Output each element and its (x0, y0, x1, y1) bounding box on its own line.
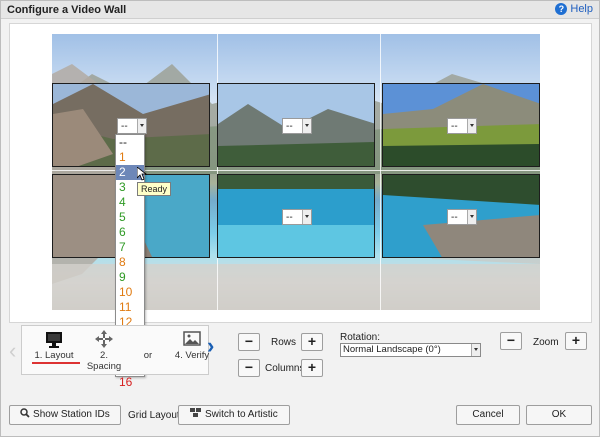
dropdown-option[interactable]: 4 (116, 195, 144, 210)
columns-label: Columns (265, 363, 305, 374)
move-icon (95, 330, 113, 348)
help-icon: ? (555, 3, 568, 15)
prev-step-icon[interactable]: ‹ (9, 338, 16, 364)
help-link[interactable]: ? Help (555, 3, 593, 15)
step-spacing[interactable]: 2. Spacing (82, 328, 126, 372)
monitor-icon (46, 332, 62, 348)
dropdown-option[interactable]: 1 (116, 150, 144, 165)
title-bar: Configure a Video Wall ? Help (1, 1, 599, 19)
grid-line-v1 (217, 34, 218, 310)
switch-to-artistic-button[interactable]: Switch to Artistic (178, 405, 290, 425)
dropdown-option[interactable]: 7 (116, 240, 144, 255)
wall-canvas: -- -- -- -- -- (9, 23, 592, 323)
rows-plus-button[interactable]: + (301, 333, 323, 351)
search-icon (20, 408, 30, 418)
image-icon (183, 331, 201, 346)
show-station-ids-button[interactable]: Show Station IDs (9, 405, 121, 425)
zoom-label: Zoom (533, 337, 559, 348)
step-layout[interactable]: 1. Layout (28, 328, 80, 361)
dialog-footer: Show Station IDs Grid Layout Switch to A… (1, 405, 599, 435)
dropdown-option[interactable]: 8 (116, 255, 144, 270)
step-bezel[interactable]: or (130, 328, 166, 361)
chevron-down-icon (471, 344, 480, 356)
wizard-toolbar: ‹ 1. Layout 2. Spacing or 4. Verify › − … (9, 325, 592, 399)
rotation-select[interactable]: Normal Landscape (0°) (340, 343, 481, 357)
rows-label: Rows (271, 337, 297, 348)
wall-tile-3[interactable]: -- (382, 83, 540, 167)
tile-select-3[interactable]: -- (447, 118, 477, 134)
columns-minus-button[interactable]: − (238, 359, 260, 377)
dropdown-option[interactable]: 5 (116, 210, 144, 225)
rows-minus-button[interactable]: − (238, 333, 260, 351)
tile-select-6[interactable]: -- (447, 209, 477, 225)
rotation-label: Rotation: (340, 332, 381, 343)
grid-line-v2 (380, 34, 381, 310)
tile-select-2[interactable]: -- (282, 118, 312, 134)
video-wall-dialog: Configure a Video Wall ? Help -- -- -- -… (0, 0, 600, 437)
dropdown-option[interactable]: 6 (116, 225, 144, 240)
step-verify[interactable]: 4. Verify (172, 328, 212, 361)
wall-tile-6[interactable]: -- (382, 174, 540, 258)
dropdown-option[interactable]: 9 (116, 270, 144, 285)
wall-tile-2[interactable]: -- (217, 83, 375, 167)
help-label: Help (570, 3, 593, 15)
ok-button[interactable]: OK (526, 405, 592, 425)
active-step-underline (32, 362, 80, 364)
next-step-icon[interactable]: › (207, 333, 214, 359)
ready-tooltip: Ready (137, 182, 172, 196)
wall-tile-5[interactable]: -- (217, 174, 375, 258)
grid-icon (190, 408, 202, 417)
dropdown-option[interactable]: 11 (116, 300, 144, 315)
dialog-title: Configure a Video Wall (7, 4, 127, 16)
wizard-steps: 1. Layout 2. Spacing or 4. Verify (21, 325, 209, 375)
dropdown-option[interactable]: 10 (116, 285, 144, 300)
tile-select-5[interactable]: -- (282, 209, 312, 225)
tile-select-1[interactable]: -- (117, 118, 147, 134)
dropdown-option[interactable]: -- (116, 135, 144, 150)
columns-plus-button[interactable]: + (301, 359, 323, 377)
zoom-minus-button[interactable]: − (500, 332, 522, 350)
grid-layout-label: Grid Layout (128, 410, 180, 421)
cancel-button[interactable]: Cancel (456, 405, 520, 425)
zoom-plus-button[interactable]: + (565, 332, 587, 350)
